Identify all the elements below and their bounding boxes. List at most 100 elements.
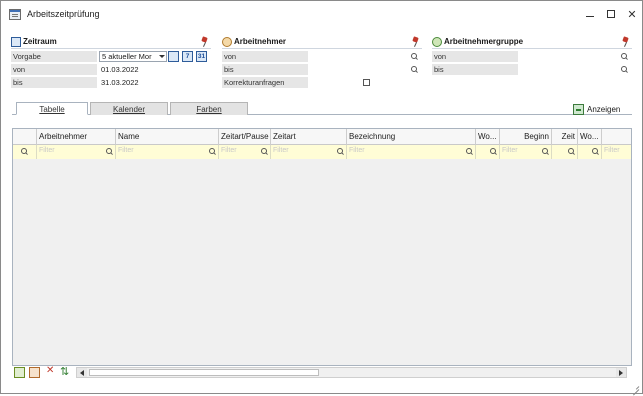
column-header[interactable]: Zeitart/Pause [219, 129, 271, 145]
horizontal-scrollbar[interactable] [76, 367, 627, 378]
scroll-left-icon[interactable] [77, 368, 87, 377]
filter-row: Filter Filter Filter Filter Filter Filte… [13, 145, 631, 159]
filter-cell[interactable]: Filter [116, 145, 219, 159]
gruppe-panel: Arbeitnehmergruppe von bis [432, 35, 632, 81]
data-grid: Arbeitnehmer Name Zeitart/Pause Zeitart … [12, 128, 632, 366]
grid-body[interactable] [13, 160, 631, 365]
arbeitnehmer-header: Arbeitnehmer [222, 35, 422, 49]
arbeitnehmer-bis-row: bis [222, 64, 422, 76]
app-icon [9, 9, 21, 20]
filter-placeholder: Filter [118, 147, 134, 154]
maximize-button[interactable] [600, 5, 622, 23]
column-header[interactable]: Zeit [552, 129, 578, 145]
zeitraum-von-field[interactable]: 01.03.2022 [99, 64, 209, 75]
filter-cell[interactable]: Filter [500, 145, 552, 159]
scrollbar-thumb[interactable] [89, 369, 319, 376]
clear-filter-icon[interactable] [45, 365, 56, 378]
pin-icon[interactable] [622, 37, 630, 47]
export-icon[interactable] [14, 367, 25, 378]
calendar-icon [11, 37, 21, 47]
month-icon[interactable]: 31 [196, 51, 207, 62]
filter-cell[interactable]: Filter [219, 145, 271, 159]
week-icon[interactable]: 7 [182, 51, 193, 62]
filter-cell[interactable]: Filter [37, 145, 116, 159]
arbeitnehmer-von-field[interactable] [310, 51, 420, 62]
arbeitnehmer-von-label: von [222, 51, 308, 62]
filter-cell[interactable]: Filter [602, 145, 631, 159]
zeitraum-bis-label: bis [11, 77, 97, 88]
chevron-down-icon [159, 55, 165, 58]
zeitraum-panel: Zeitraum Vorgabe 5 aktueller Mor 7 31 vo… [11, 35, 211, 95]
filter-cell[interactable] [476, 145, 500, 159]
pin-icon[interactable] [201, 37, 209, 47]
anzeigen-label: Anzeigen [587, 104, 621, 114]
search-icon[interactable] [261, 148, 268, 155]
column-header[interactable]: Name [116, 129, 219, 145]
filter-cell[interactable] [552, 145, 578, 159]
korrektur-label: Korrekturanfragen [222, 77, 308, 88]
arbeitnehmer-bis-field[interactable] [310, 64, 420, 75]
gruppe-header: Arbeitnehmergruppe [432, 35, 632, 49]
anzeigen-button[interactable]: Anzeigen [573, 102, 625, 116]
column-header[interactable]: Arbeitnehmer [37, 129, 116, 145]
scroll-right-icon[interactable] [616, 368, 626, 377]
arbeitnehmer-von-row: von [222, 51, 422, 63]
search-icon[interactable] [106, 148, 113, 155]
column-header[interactable]: Zeitart [271, 129, 347, 145]
vorgabe-select[interactable]: 5 aktueller Mor [99, 51, 167, 62]
maximize-icon [607, 10, 615, 18]
resize-grip-icon[interactable] [628, 379, 640, 391]
filter-placeholder: Filter [273, 147, 289, 154]
search-icon[interactable] [568, 148, 575, 155]
column-header[interactable]: Wo... [476, 129, 500, 145]
arbeitnehmer-bis-label: bis [222, 64, 308, 75]
filter-cell[interactable] [578, 145, 602, 159]
column-header[interactable]: Beginn [500, 129, 552, 145]
vorgabe-value: 5 aktueller Mor [102, 52, 152, 61]
search-icon[interactable] [466, 148, 473, 155]
tab-farben[interactable]: Farben [170, 102, 248, 115]
main-window: Arbeitszeitprüfung ✕ Zeitraum Vorgabe 5 … [0, 0, 643, 394]
zeitraum-von-label: von [11, 64, 97, 75]
grid-header-indicator [13, 129, 37, 145]
search-icon[interactable] [542, 148, 549, 155]
vorgabe-row: Vorgabe 5 aktueller Mor 7 31 [11, 51, 211, 63]
gruppe-von-field[interactable] [520, 51, 630, 62]
search-icon[interactable] [411, 53, 418, 60]
search-icon[interactable] [21, 148, 28, 155]
search-icon[interactable] [337, 148, 344, 155]
filter-placeholder: Filter [221, 147, 237, 154]
tab-kalender[interactable]: Kalender [90, 102, 168, 115]
search-icon[interactable] [621, 66, 628, 73]
gruppe-von-row: von [432, 51, 632, 63]
gruppe-bis-label: bis [432, 64, 518, 75]
search-icon[interactable] [621, 53, 628, 60]
tab-tabelle-label: Tabelle [39, 105, 65, 114]
filter-cell[interactable]: Filter [347, 145, 476, 159]
search-icon[interactable] [592, 148, 599, 155]
search-icon[interactable] [209, 148, 216, 155]
korrektur-checkbox[interactable] [363, 79, 370, 86]
filter-placeholder: Filter [39, 147, 55, 154]
close-icon: ✕ [627, 8, 637, 21]
column-header[interactable]: Wo... [578, 129, 602, 145]
date-picker-icon[interactable] [168, 51, 179, 62]
pin-icon[interactable] [412, 37, 420, 47]
import-icon[interactable] [29, 367, 40, 378]
tab-tabelle[interactable]: Tabelle [16, 102, 88, 115]
column-header[interactable]: Bezeichnung [347, 129, 476, 145]
filter-cell[interactable] [13, 145, 37, 159]
gruppe-bis-field[interactable] [520, 64, 630, 75]
arbeitnehmer-panel: Arbeitnehmer von bis Korrekturanfragen [222, 35, 422, 95]
gruppe-bis-row: bis [432, 64, 632, 76]
korrektur-row: Korrekturanfragen [222, 77, 422, 89]
filter-cell[interactable]: Filter [271, 145, 347, 159]
sort-icon[interactable] [60, 365, 71, 378]
search-icon[interactable] [490, 148, 497, 155]
zeitraum-bis-field[interactable]: 31.03.2022 [99, 77, 209, 88]
arbeitnehmer-title: Arbeitnehmer [234, 37, 287, 46]
minimize-button[interactable] [579, 5, 601, 23]
filter-placeholder: Filter [604, 147, 620, 154]
search-icon[interactable] [411, 66, 418, 73]
close-button[interactable]: ✕ [621, 5, 643, 23]
